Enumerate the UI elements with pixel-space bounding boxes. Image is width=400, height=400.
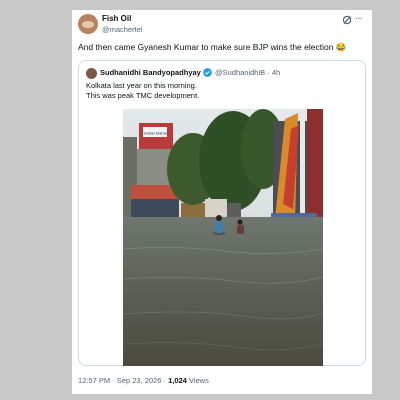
author-name[interactable]: Fish Oil bbox=[102, 14, 131, 23]
meta-separator: · bbox=[267, 68, 270, 77]
tweet-meta: 12:57 PM · Sep 23, 2026 · 1,024 Views bbox=[78, 376, 209, 385]
quoted-author-handle[interactable]: @SudhanidhiB bbox=[215, 68, 265, 77]
photo-scene: Yellow Mahal bbox=[123, 109, 323, 366]
quoted-time[interactable]: 4h bbox=[272, 68, 280, 77]
quoted-author-avatar[interactable] bbox=[86, 68, 97, 79]
quoted-text-line-1: Kolkata last year on this morning. bbox=[86, 81, 197, 90]
views-count: 1,024 bbox=[168, 376, 187, 385]
views-label: Views bbox=[188, 376, 209, 385]
tweet-text: And then came Gyanesh Kumar to make sure… bbox=[78, 42, 347, 52]
verified-icon bbox=[203, 68, 212, 77]
tweet-date[interactable]: Sep 23, 2026 bbox=[117, 376, 162, 385]
tweet-time[interactable]: 12:57 PM bbox=[78, 376, 110, 385]
quoted-text-line-2: This was peak TMC development. bbox=[86, 91, 200, 100]
quoted-author-name[interactable]: Sudhanidhi Bandyopadhyay bbox=[100, 68, 201, 77]
grok-icon[interactable] bbox=[342, 15, 352, 25]
tweet-card[interactable]: Fish Oil @machertel ··· And then came Gy… bbox=[72, 10, 372, 394]
quoted-author-meta[interactable]: @SudhanidhiB · 4h bbox=[215, 68, 280, 77]
flooded-street-photo[interactable]: Yellow Mahal bbox=[123, 109, 323, 366]
more-icon[interactable]: ··· bbox=[355, 13, 363, 24]
author-avatar[interactable] bbox=[78, 14, 98, 34]
billboard-text: Yellow Mahal bbox=[143, 131, 167, 136]
author-handle[interactable]: @machertel bbox=[102, 25, 143, 34]
quoted-tweet[interactable]: Sudhanidhi Bandyopadhyay @SudhanidhiB · … bbox=[78, 60, 366, 366]
